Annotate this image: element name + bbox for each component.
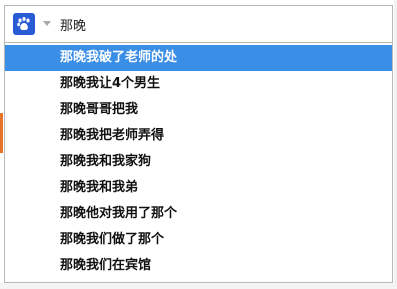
suggestion-item[interactable]: 那晚我们做了那个	[5, 227, 392, 253]
background-fragment	[0, 113, 3, 153]
chevron-down-icon[interactable]	[43, 21, 51, 26]
suggestion-item[interactable]: 那晚哥哥把我	[5, 97, 392, 123]
suggestion-item[interactable]: 那晚他对我用了那个	[5, 201, 392, 227]
suggestion-item[interactable]: 那晚我们在宾馆	[5, 253, 392, 279]
background-fragment	[0, 283, 397, 289]
suggestion-item[interactable]: 那晚我让4个男生	[5, 71, 392, 97]
suggestion-item[interactable]: 那晚我把老师弄得	[5, 123, 392, 149]
suggestion-item[interactable]: 那晚我和我家狗	[5, 149, 392, 175]
baidu-paw-icon[interactable]	[13, 13, 35, 35]
search-box[interactable]	[4, 5, 393, 43]
search-input[interactable]	[60, 12, 380, 36]
page: 那晚我破了老师的处那晚我让4个男生那晚哥哥把我那晚我把老师弄得那晚我和我家狗那晚…	[0, 0, 397, 289]
suggestion-item[interactable]: 那晚我破了老师的处	[5, 45, 392, 71]
suggestion-item[interactable]: 那晚我和我弟	[5, 175, 392, 201]
suggestion-dropdown: 那晚我破了老师的处 那晚我让4个男生 那晚哥哥把我 那晚我把老师弄得 那晚我和我家狗 那晚…	[4, 43, 393, 283]
